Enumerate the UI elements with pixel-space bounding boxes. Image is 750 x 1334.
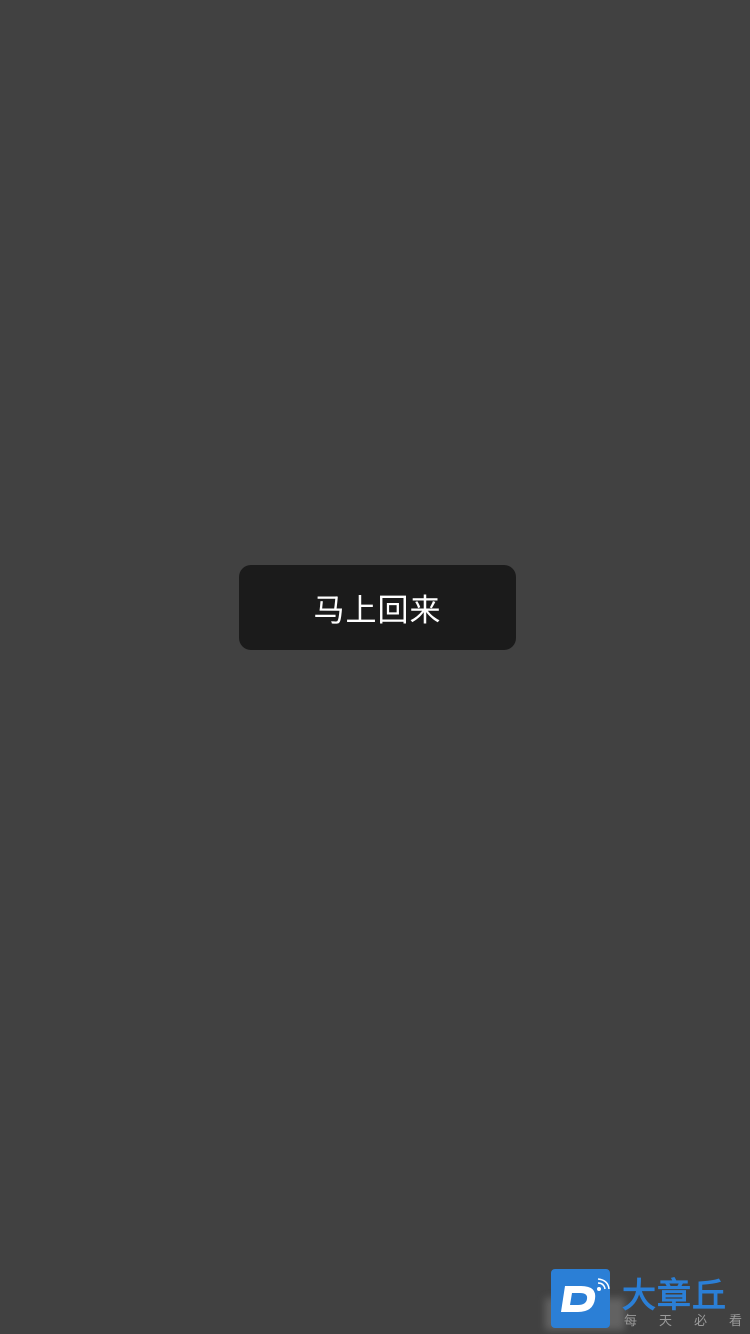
toast-text: 马上回来 bbox=[313, 593, 442, 629]
toast-message: 马上回来 bbox=[239, 565, 516, 650]
brand-logo-icon bbox=[551, 1269, 610, 1328]
brand-slogan: 每天必看 bbox=[624, 1314, 742, 1329]
watermark: 大章丘 每天必看 bbox=[545, 1268, 750, 1334]
